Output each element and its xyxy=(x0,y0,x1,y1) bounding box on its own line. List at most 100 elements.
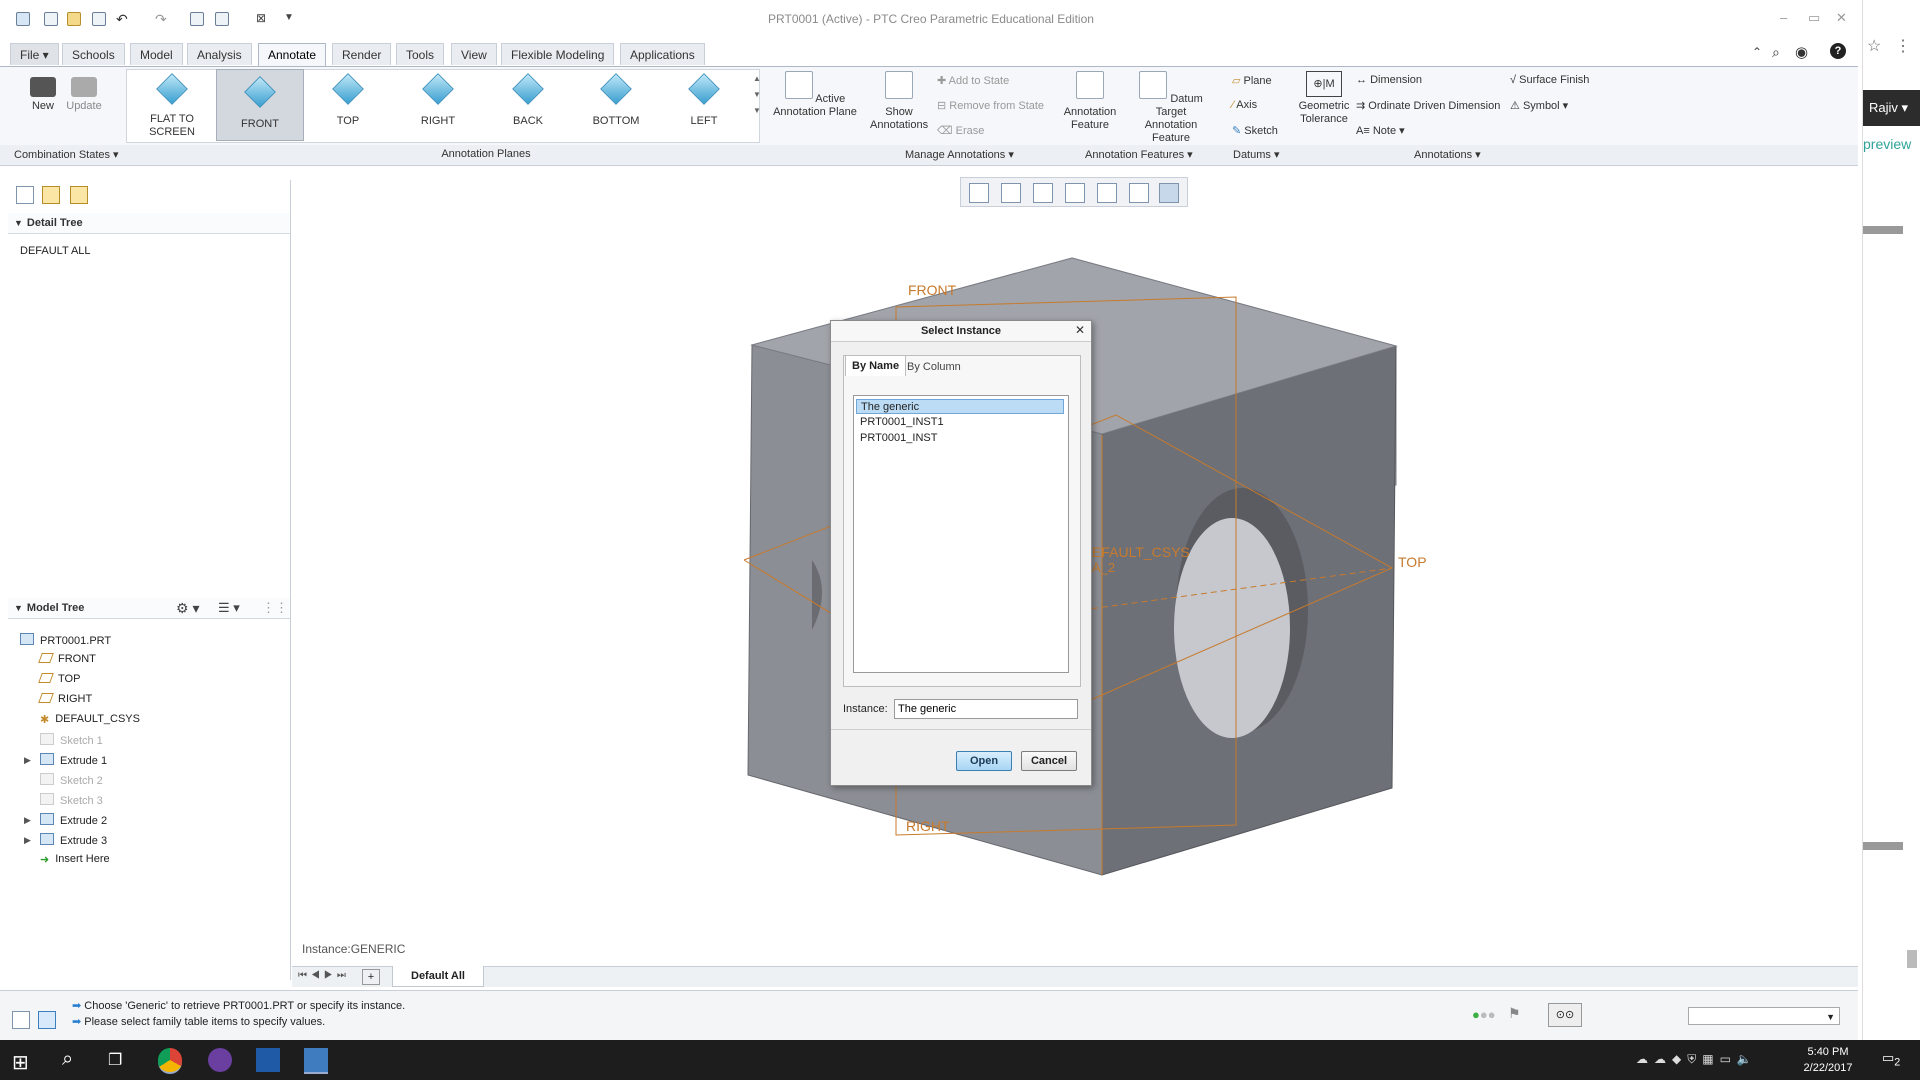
saved-views-icon[interactable] xyxy=(1065,183,1085,203)
plane-bottom[interactable]: BOTTOM xyxy=(586,73,646,128)
dimension-button[interactable]: ↔ Dimension xyxy=(1356,74,1422,86)
tree-item-sketch3[interactable]: Sketch 3 xyxy=(40,793,103,807)
filter-dropdown[interactable]: ▼ xyxy=(1688,1007,1840,1025)
datum-label-axis[interactable]: A_2 xyxy=(1092,560,1115,575)
tree-item-right[interactable]: RIGHT xyxy=(38,693,92,705)
tab-view[interactable]: View xyxy=(451,43,497,65)
tab-schools[interactable]: Schools xyxy=(62,43,125,65)
datum-label-right[interactable]: RIGHT xyxy=(906,818,950,834)
cancel-button[interactable]: Cancel xyxy=(1021,751,1077,771)
datum-label-csys[interactable]: EFAULT_CSYS xyxy=(1092,544,1190,560)
tab-annotate[interactable]: Annotate xyxy=(258,43,327,67)
new-state-button[interactable]: New xyxy=(28,77,58,113)
view-manager-icon[interactable] xyxy=(1097,183,1117,203)
star-icon[interactable]: ☆ xyxy=(1867,36,1881,56)
repaint-icon[interactable] xyxy=(1001,183,1021,203)
clock[interactable]: 5:40 PM 2/22/2017 xyxy=(1795,1044,1861,1076)
erase-button[interactable]: ⌫ Erase xyxy=(937,124,984,137)
annotation-feature-button[interactable]: Annotation Feature xyxy=(1060,71,1120,132)
datum-label-top[interactable]: TOP xyxy=(1398,554,1427,570)
surface-finish-button[interactable]: √ Surface Finish xyxy=(1510,74,1589,86)
model-tree-header[interactable]: ▼ Model Tree xyxy=(8,598,290,619)
tab-by-name[interactable]: By Name xyxy=(845,355,907,376)
tree-item-sketch1[interactable]: Sketch 1 xyxy=(40,733,103,747)
add-to-state-button[interactable]: ✚ Add to State xyxy=(937,74,1009,87)
list-item[interactable]: The generic xyxy=(856,399,1064,414)
geometric-tolerance-button[interactable]: ⊕|M Geometric Tolerance xyxy=(1296,71,1352,126)
remove-from-state-button[interactable]: ⊟ Remove from State xyxy=(937,99,1044,112)
system-tray-icons[interactable]: ☁☁◆⛨▦▭🔈 xyxy=(1636,1052,1758,1067)
tree-item-extrude2[interactable]: Extrude 2 xyxy=(40,813,107,827)
symbol-button[interactable]: ⚠ Symbol ▾ xyxy=(1510,99,1568,112)
plane-back[interactable]: BACK xyxy=(498,73,558,128)
tab-tools[interactable]: Tools xyxy=(396,43,445,65)
group-annotations[interactable]: Annotations ▾ xyxy=(1414,148,1481,161)
datum-display-icon[interactable] xyxy=(1129,183,1149,203)
instance-list[interactable]: The generic PRT0001_INST1 PRT0001_INST xyxy=(853,395,1069,673)
model-tree-tab-icon[interactable] xyxy=(16,186,34,204)
tab-navigation-icons[interactable]: ⏮◀▶⏭ xyxy=(298,970,350,981)
tree-item-insert-here[interactable]: ➜ Insert Here xyxy=(40,853,110,866)
active-annotation-plane-button[interactable]: Active Annotation Plane xyxy=(772,71,858,119)
maximize-icon[interactable]: ▭ xyxy=(1808,10,1820,26)
help-icon[interactable]: ? xyxy=(1830,43,1846,59)
tab-model[interactable]: Model xyxy=(130,43,183,65)
sketch-button[interactable]: ✎ Sketch xyxy=(1232,124,1278,137)
folder-browser-tab-icon[interactable] xyxy=(42,186,60,204)
zoom-icon[interactable] xyxy=(969,183,989,203)
expand-icon[interactable]: ▶ xyxy=(24,835,31,846)
tree-item-sketch2[interactable]: Sketch 2 xyxy=(40,773,103,787)
detail-tree-item[interactable]: DEFAULT ALL xyxy=(20,245,91,257)
selection-filter-icon[interactable]: ⊙⊙ xyxy=(1548,1003,1582,1027)
list-item[interactable]: PRT0001_INST xyxy=(856,431,1064,446)
tree-item-top[interactable]: TOP xyxy=(38,673,80,685)
tab-analysis[interactable]: Analysis xyxy=(187,43,252,65)
update-state-button[interactable]: Update xyxy=(66,77,102,113)
tree-columns-icon[interactable]: ☰ ▾ xyxy=(218,600,240,616)
search-icon[interactable]: ⌕ xyxy=(62,1048,73,1071)
datum-target-button[interactable]: Datum Target Annotation Feature xyxy=(1130,71,1212,145)
flag-icon[interactable]: ⚑ xyxy=(1508,1005,1521,1022)
navigator-toggle-icon[interactable] xyxy=(12,1011,30,1029)
user-menu[interactable]: Rajiv ▾ xyxy=(1863,90,1920,126)
minimize-icon[interactable]: ‒ xyxy=(1780,10,1787,25)
list-item[interactable]: PRT0001_INST1 xyxy=(856,415,1064,430)
gallery-scroll[interactable]: ▲ ▼ ▼ xyxy=(753,71,761,119)
creo-icon[interactable] xyxy=(256,1048,280,1072)
app-icon[interactable] xyxy=(208,1048,232,1072)
tree-item-extrude1[interactable]: Extrude 1 xyxy=(40,753,107,767)
group-annotation-features[interactable]: Annotation Features ▾ xyxy=(1085,148,1193,161)
expand-icon[interactable]: ▶ xyxy=(24,815,31,826)
tab-applications[interactable]: Applications xyxy=(620,43,705,65)
detail-tree-header[interactable]: ▼ Detail Tree xyxy=(8,213,290,234)
plane-button[interactable]: ▱ Plane xyxy=(1232,74,1272,87)
plane-top[interactable]: TOP xyxy=(318,73,378,128)
tree-item-csys[interactable]: ✱ DEFAULT_CSYS xyxy=(40,713,140,726)
plane-front[interactable]: FRONT xyxy=(216,69,304,141)
tab-render[interactable]: Render xyxy=(332,43,392,65)
tab-default-all[interactable]: Default All xyxy=(392,966,484,987)
tree-item-front[interactable]: FRONT xyxy=(38,653,96,665)
tree-item-extrude3[interactable]: Extrude 3 xyxy=(40,833,107,847)
tree-filter-icon[interactable]: ⋮⋮ xyxy=(262,600,288,616)
datum-label-front[interactable]: FRONT xyxy=(908,282,956,298)
chrome-icon[interactable] xyxy=(158,1048,182,1074)
windows-start-icon[interactable]: ⊞ xyxy=(12,1050,29,1075)
tab-by-column[interactable]: By Column xyxy=(901,357,967,377)
creo-active-icon[interactable] xyxy=(304,1048,328,1074)
add-tab-icon[interactable]: + xyxy=(362,969,380,985)
ordinate-dimension-button[interactable]: ⇉ Ordinate Driven Dimension xyxy=(1356,99,1500,112)
action-center-icon[interactable]: ▭2 xyxy=(1882,1050,1900,1069)
axis-button[interactable]: ⁄ Axis xyxy=(1232,99,1257,111)
instance-field[interactable] xyxy=(894,699,1078,719)
show-annotations-button[interactable]: Show Annotations xyxy=(870,71,928,132)
task-view-icon[interactable]: ❐ xyxy=(108,1050,122,1070)
scrollbar-thumb[interactable] xyxy=(1907,950,1917,968)
preview-link[interactable]: preview xyxy=(1863,136,1911,152)
display-style-icon[interactable] xyxy=(1033,183,1053,203)
community-icon[interactable]: ◉ xyxy=(1795,43,1808,61)
group-combination-states[interactable]: Combination States ▾ xyxy=(14,148,119,161)
note-button[interactable]: A≡ Note ▾ xyxy=(1356,124,1405,137)
plane-left[interactable]: LEFT xyxy=(674,73,734,128)
annotation-display-icon[interactable] xyxy=(1159,183,1179,203)
